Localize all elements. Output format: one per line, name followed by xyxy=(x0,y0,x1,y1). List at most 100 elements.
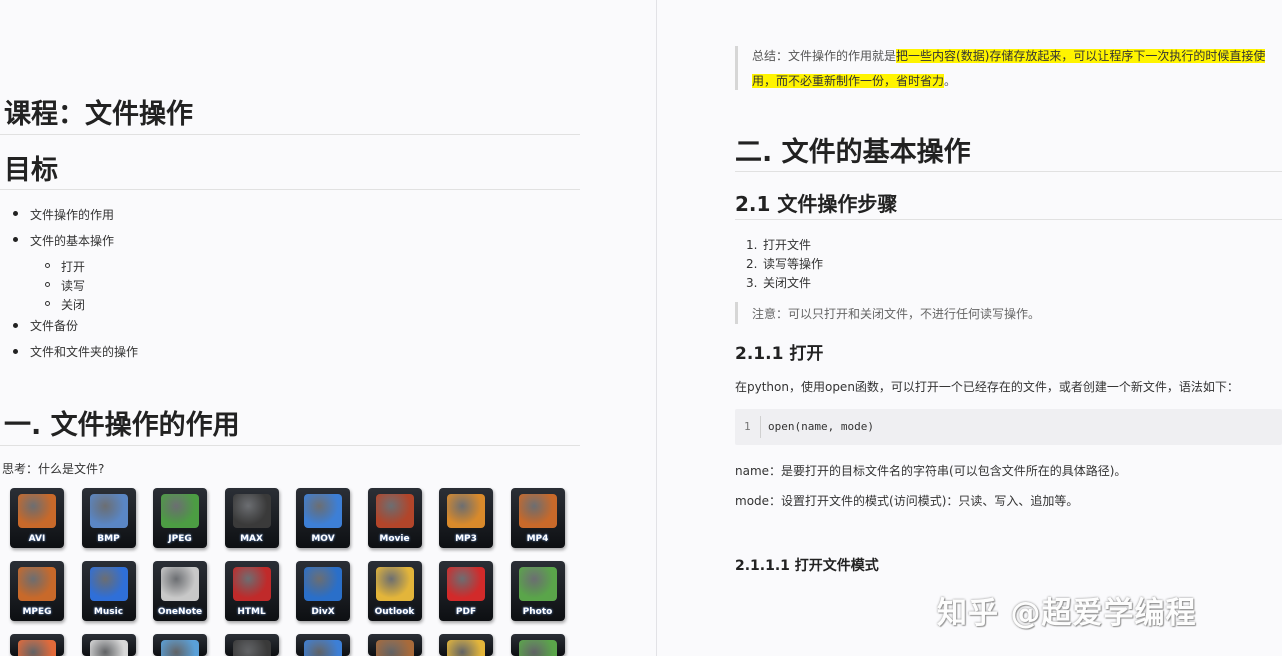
partial-file-icon-glyph xyxy=(518,640,557,656)
picture-icon: BMP xyxy=(81,488,136,548)
goal-item: 文件备份 xyxy=(30,319,79,333)
icon-label: OneNote xyxy=(157,607,203,617)
open-description: 在python，使用open函数，可以打开一个已经存在的文件，或者创建一个新文件… xyxy=(735,380,1239,394)
icon-label: BMP xyxy=(97,534,120,544)
photo-icon-glyph xyxy=(518,567,557,601)
notebook-icon: OneNote xyxy=(153,561,207,621)
icon-label: Photo xyxy=(522,607,553,617)
pdf-icon-glyph xyxy=(447,567,485,601)
icon-label: MP3 xyxy=(455,534,477,544)
film-reel-icon-glyph xyxy=(18,494,56,528)
divx-icon: DivX xyxy=(296,561,350,621)
bullet-icon xyxy=(13,323,18,328)
goal-subitem: 打开 xyxy=(61,260,86,274)
sub-bullet-icon xyxy=(45,263,50,268)
goal-subitem: 读写 xyxy=(61,279,86,293)
partial-file-icon xyxy=(296,634,350,656)
landscape-icon-glyph xyxy=(161,494,199,528)
icon-label: MOV xyxy=(311,534,335,544)
picture-icon-glyph xyxy=(89,494,128,528)
summary-highlight: 把一些内容(数据)存储存放起来，可以让程序下一次执行的时候直接使 xyxy=(896,49,1266,63)
bullet-icon xyxy=(13,349,18,354)
film-reel-icon-glyph xyxy=(18,567,56,601)
partial-file-icon xyxy=(153,634,207,656)
icon-label: PDF xyxy=(455,607,477,617)
summary-prefix: 总结：文件操作的作用就是 xyxy=(752,49,897,63)
movie-icon: Movie xyxy=(367,488,422,548)
icon-label: Movie xyxy=(379,534,410,544)
partial-file-icon-glyph xyxy=(232,640,271,656)
goal-title-rule xyxy=(0,189,580,190)
partial-file-icon xyxy=(10,634,64,656)
video-icon-glyph xyxy=(518,494,557,528)
subsection-2-1-title: 2.1 文件操作步骤 xyxy=(735,192,898,216)
audio-icon: MP3 xyxy=(439,488,493,548)
icon-label: Music xyxy=(93,607,124,617)
bullet-icon xyxy=(13,211,18,216)
quicktime-icon: MOV xyxy=(296,488,350,548)
mail-icon-glyph xyxy=(375,567,414,601)
step-item: 3. 关闭文件 xyxy=(746,276,812,290)
icon-label: Outlook xyxy=(374,607,415,617)
divx-icon-glyph xyxy=(304,567,342,601)
play-icon: Music xyxy=(81,561,136,621)
bullet-icon xyxy=(13,237,18,242)
subsection-2-1-1-1-title: 2.1.1.1 打开文件模式 xyxy=(735,558,879,574)
icon-label: DivX xyxy=(311,607,335,617)
note-quote-bar xyxy=(735,302,738,324)
film-reel-icon: AVI xyxy=(10,488,64,548)
step-item: 2. 读写等操作 xyxy=(746,257,824,271)
summary-quote-bar xyxy=(735,46,738,90)
page-divider xyxy=(656,0,657,656)
icon-label: MPEG xyxy=(22,607,52,617)
goal-item: 文件和文件夹的操作 xyxy=(30,345,139,359)
goal-item: 文件操作的作用 xyxy=(30,208,115,222)
note-text: 注意：可以只打开和关闭文件，不进行任何读写操作。 xyxy=(752,307,1041,321)
course-title: 课程：文件操作 xyxy=(4,99,193,130)
summary-text: 总结：文件操作的作用就是把一些内容(数据)存储存放起来，可以让程序下一次执行的时… xyxy=(752,44,1282,94)
icon-label: MAX xyxy=(240,534,263,544)
icon-label: AVI xyxy=(28,534,46,544)
audio-icon-glyph xyxy=(447,494,485,528)
play-icon-glyph xyxy=(89,567,128,601)
section1-title-rule xyxy=(0,445,580,446)
movie-icon-glyph xyxy=(375,494,414,528)
photo-icon: Photo xyxy=(510,561,565,621)
icon-label: MP4 xyxy=(526,534,549,544)
icon-label: HTML xyxy=(237,607,266,617)
subsection-2-1-1-title: 2.1.1 打开 xyxy=(735,344,824,364)
steps-list: 1. 打开文件 2. 读写等操作 3. 关闭文件 xyxy=(746,236,823,293)
partial-file-icon-glyph xyxy=(304,640,342,656)
pdf-icon: PDF xyxy=(439,561,493,621)
partial-file-icon xyxy=(439,634,493,656)
goal-item: 文件的基本操作 xyxy=(30,234,115,248)
code-line-number: 1 xyxy=(744,420,751,433)
3ds-max-icon: MAX xyxy=(224,488,279,548)
section2-title-rule xyxy=(735,171,1282,172)
partial-file-icon xyxy=(81,634,136,656)
step-item: 1. 打开文件 xyxy=(746,238,812,252)
partial-file-icon xyxy=(224,634,279,656)
notebook-icon-glyph xyxy=(161,567,199,601)
partial-file-icon xyxy=(510,634,565,656)
opera-icon: HTML xyxy=(224,561,279,621)
partial-file-icon-glyph xyxy=(375,640,414,656)
sub-bullet-icon xyxy=(45,301,50,306)
sub-bullet-icon xyxy=(45,282,50,287)
subsection-2-1-rule xyxy=(735,219,1282,220)
partial-file-icon-glyph xyxy=(161,640,199,656)
partial-file-icon-glyph xyxy=(447,640,485,656)
summary-highlight: 用，而不必重新制作一份，省时省力 xyxy=(752,74,945,88)
goal-title: 目标 xyxy=(4,155,58,186)
section2-title: 二. 文件的基本操作 xyxy=(735,137,971,168)
course-title-rule xyxy=(0,134,580,135)
mail-icon: Outlook xyxy=(367,561,422,621)
zhihu-watermark: 知乎 @超爱学编程 xyxy=(937,596,1197,631)
film-reel-icon: MPEG xyxy=(10,561,64,621)
section1-title: 一. 文件操作的作用 xyxy=(4,410,240,441)
partial-file-icon xyxy=(367,634,422,656)
param-name-desc: name：是要打开的目标文件名的字符串(可以包含文件所在的具体路径)。 xyxy=(735,464,1127,478)
3ds-max-icon-glyph xyxy=(232,494,271,528)
think-text: 思考：什么是文件? xyxy=(2,462,105,476)
video-icon: MP4 xyxy=(510,488,565,548)
